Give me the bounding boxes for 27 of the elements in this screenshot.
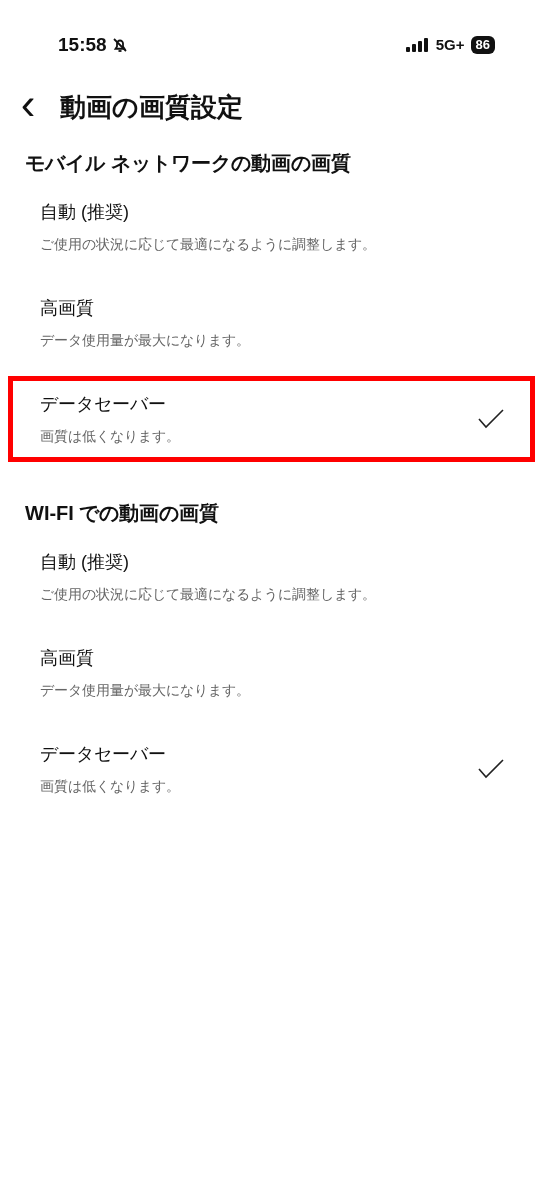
section-title: WI-FI での動画の画質	[24, 501, 221, 526]
option-description: 画質は低くなります。	[40, 427, 180, 446]
page-title: 動画の画質設定	[60, 90, 243, 124]
option-label: データセーバー	[40, 393, 167, 416]
quality-option[interactable]: 高画質 データ使用量が最大になります。	[8, 280, 535, 366]
signal-icon	[405, 38, 430, 52]
option-description: ご使用の状況に応じて最適になるように調整します。	[40, 235, 376, 254]
option-description: ご使用の状況に応じて最適になるように調整します。	[40, 585, 376, 604]
option-label: 自動 (推奨)	[40, 201, 130, 224]
quality-option[interactable]: データセーバー 画質は低くなります。	[8, 376, 535, 462]
option-label: 高画質	[40, 297, 95, 320]
status-time: 15:58	[58, 32, 107, 57]
option-label: 高画質	[40, 647, 95, 670]
network-label: 5G+	[435, 34, 465, 55]
quality-option[interactable]: 自動 (推奨) ご使用の状況に応じて最適になるように調整します。	[8, 534, 535, 620]
option-description: データ使用量が最大になります。	[40, 331, 250, 350]
option-description: 画質は低くなります。	[40, 777, 180, 796]
quality-option[interactable]: 高画質 データ使用量が最大になります。	[8, 630, 535, 716]
back-button[interactable]: ‹	[14, 82, 42, 126]
battery-indicator: 86	[470, 36, 495, 54]
quality-option[interactable]: 自動 (推奨) ご使用の状況に応じて最適になるように調整します。	[8, 184, 535, 270]
option-description: データ使用量が最大になります。	[40, 681, 250, 700]
section-title: モバイル ネットワークの動画の画質	[24, 151, 352, 176]
option-label: 自動 (推奨)	[40, 551, 130, 574]
option-label: データセーバー	[40, 743, 167, 766]
quality-option[interactable]: データセーバー 画質は低くなります。	[8, 726, 535, 812]
bell-slash-icon	[110, 36, 129, 54]
